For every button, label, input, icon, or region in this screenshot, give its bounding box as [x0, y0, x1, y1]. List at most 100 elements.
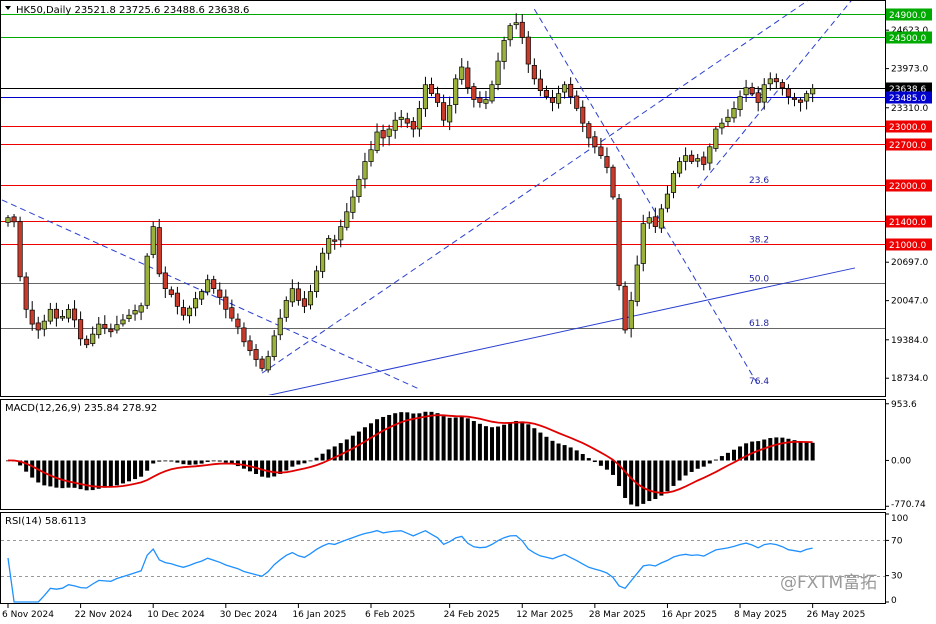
candle-body: [501, 40, 507, 62]
macd-bar: [683, 460, 688, 476]
main-header: HK50,Daily 23521.8 23725.6 23488.6 23638…: [16, 5, 249, 16]
candle-body: [743, 87, 749, 96]
y-tick-label: 23310.0: [891, 104, 928, 114]
candle-body: [71, 308, 78, 321]
macd-bar: [725, 452, 730, 461]
macd-bar: [477, 423, 482, 461]
candle-body: [537, 78, 543, 91]
y-tick-label: 20697.0: [891, 258, 928, 268]
candle-body: [78, 319, 84, 340]
candle-body: [634, 264, 640, 302]
candle-body: [447, 105, 453, 123]
macd-bar: [362, 427, 367, 461]
macd-bar: [223, 460, 228, 463]
candle-body: [320, 252, 326, 272]
macd-bar: [375, 419, 380, 461]
candle-body: [11, 216, 17, 223]
candle-body: [301, 298, 308, 307]
candle-body: [549, 97, 556, 103]
y-tick-label: 20047.0: [891, 297, 928, 307]
candle-body: [779, 82, 785, 89]
fib-label: 50.0: [749, 274, 769, 284]
candle-body: [368, 149, 374, 162]
macd-bar: [707, 460, 712, 464]
rsi-y-label: 70: [891, 536, 903, 546]
macd-bar: [598, 460, 603, 466]
candle-body: [568, 83, 574, 97]
candle-body: [350, 196, 356, 213]
macd-bar: [592, 460, 597, 463]
candle-body: [271, 335, 277, 357]
candle: [17, 216, 23, 282]
macd-bar: [453, 417, 458, 461]
price-tag-label: 21000.0: [889, 241, 926, 251]
macd-bar: [399, 412, 404, 461]
macd-bar: [586, 458, 591, 461]
rsi-y-label: 0: [891, 596, 897, 606]
candle-body: [235, 318, 241, 328]
macd-header: MACD(12,26,9) 235.84 278.92: [5, 403, 157, 414]
macd-bar: [447, 417, 452, 461]
main-panel: [0, 0, 886, 397]
candle: [713, 126, 719, 152]
macd-bar: [114, 460, 119, 486]
macd-bar: [750, 441, 755, 461]
x-tick-label: 8 May 2025: [734, 610, 787, 620]
macd-bar: [780, 437, 785, 461]
candle-body: [507, 25, 513, 41]
macd-bar: [508, 422, 513, 461]
candle-body: [725, 116, 731, 123]
candle-body: [519, 21, 525, 38]
x-tick-label: 6 Nov 2024: [2, 610, 54, 620]
candle-body: [211, 279, 217, 289]
macd-bar: [695, 460, 700, 469]
candle-body: [459, 66, 465, 80]
macd-bar: [677, 460, 682, 481]
candle-body: [598, 146, 604, 157]
macd-bar: [804, 442, 809, 461]
candle-body: [259, 358, 265, 369]
candle-body: [676, 161, 683, 174]
macd-bar: [604, 460, 609, 470]
macd-bar: [556, 443, 561, 461]
candle-body: [785, 88, 792, 97]
macd-bar: [187, 460, 192, 465]
candle-body: [586, 123, 592, 139]
x-tick-label: 16 Jan 2025: [292, 610, 346, 620]
price-tag-label: 23000.0: [889, 123, 926, 133]
candle-body: [344, 211, 350, 228]
candle-body: [670, 173, 677, 193]
rsi-y-label: 100: [891, 514, 908, 524]
macd-bar: [550, 440, 555, 461]
macd-bar: [205, 460, 210, 462]
price-tag-label: 24500.0: [889, 34, 926, 44]
macd-bar: [810, 442, 815, 461]
candle-body: [180, 307, 187, 316]
candle-body: [156, 227, 162, 275]
macd-bar: [133, 460, 138, 480]
candle-body: [695, 158, 701, 162]
macd-bar: [496, 426, 501, 461]
macd-bar: [127, 460, 131, 482]
candle-body: [332, 239, 338, 242]
macd-bar: [151, 460, 156, 464]
macd-bar: [435, 413, 440, 461]
candle-body: [719, 122, 725, 129]
candle-body: [386, 128, 392, 137]
macd-bar: [562, 445, 567, 461]
macd-bar: [732, 449, 736, 461]
fib-label: 23.6: [749, 176, 769, 186]
macd-bar: [520, 421, 525, 461]
candle-body: [126, 314, 132, 319]
candle-body: [683, 155, 689, 162]
macd-bar: [157, 460, 162, 462]
macd-bar: [611, 460, 615, 475]
macd-bar: [199, 460, 204, 464]
macd-bar: [502, 424, 507, 461]
x-tick-label: 22 Nov 2024: [75, 610, 133, 620]
candle-body: [773, 78, 779, 83]
candle-body: [138, 305, 144, 313]
macd-bar: [659, 460, 664, 496]
macd-bar: [768, 438, 773, 461]
candle-body: [791, 97, 798, 100]
